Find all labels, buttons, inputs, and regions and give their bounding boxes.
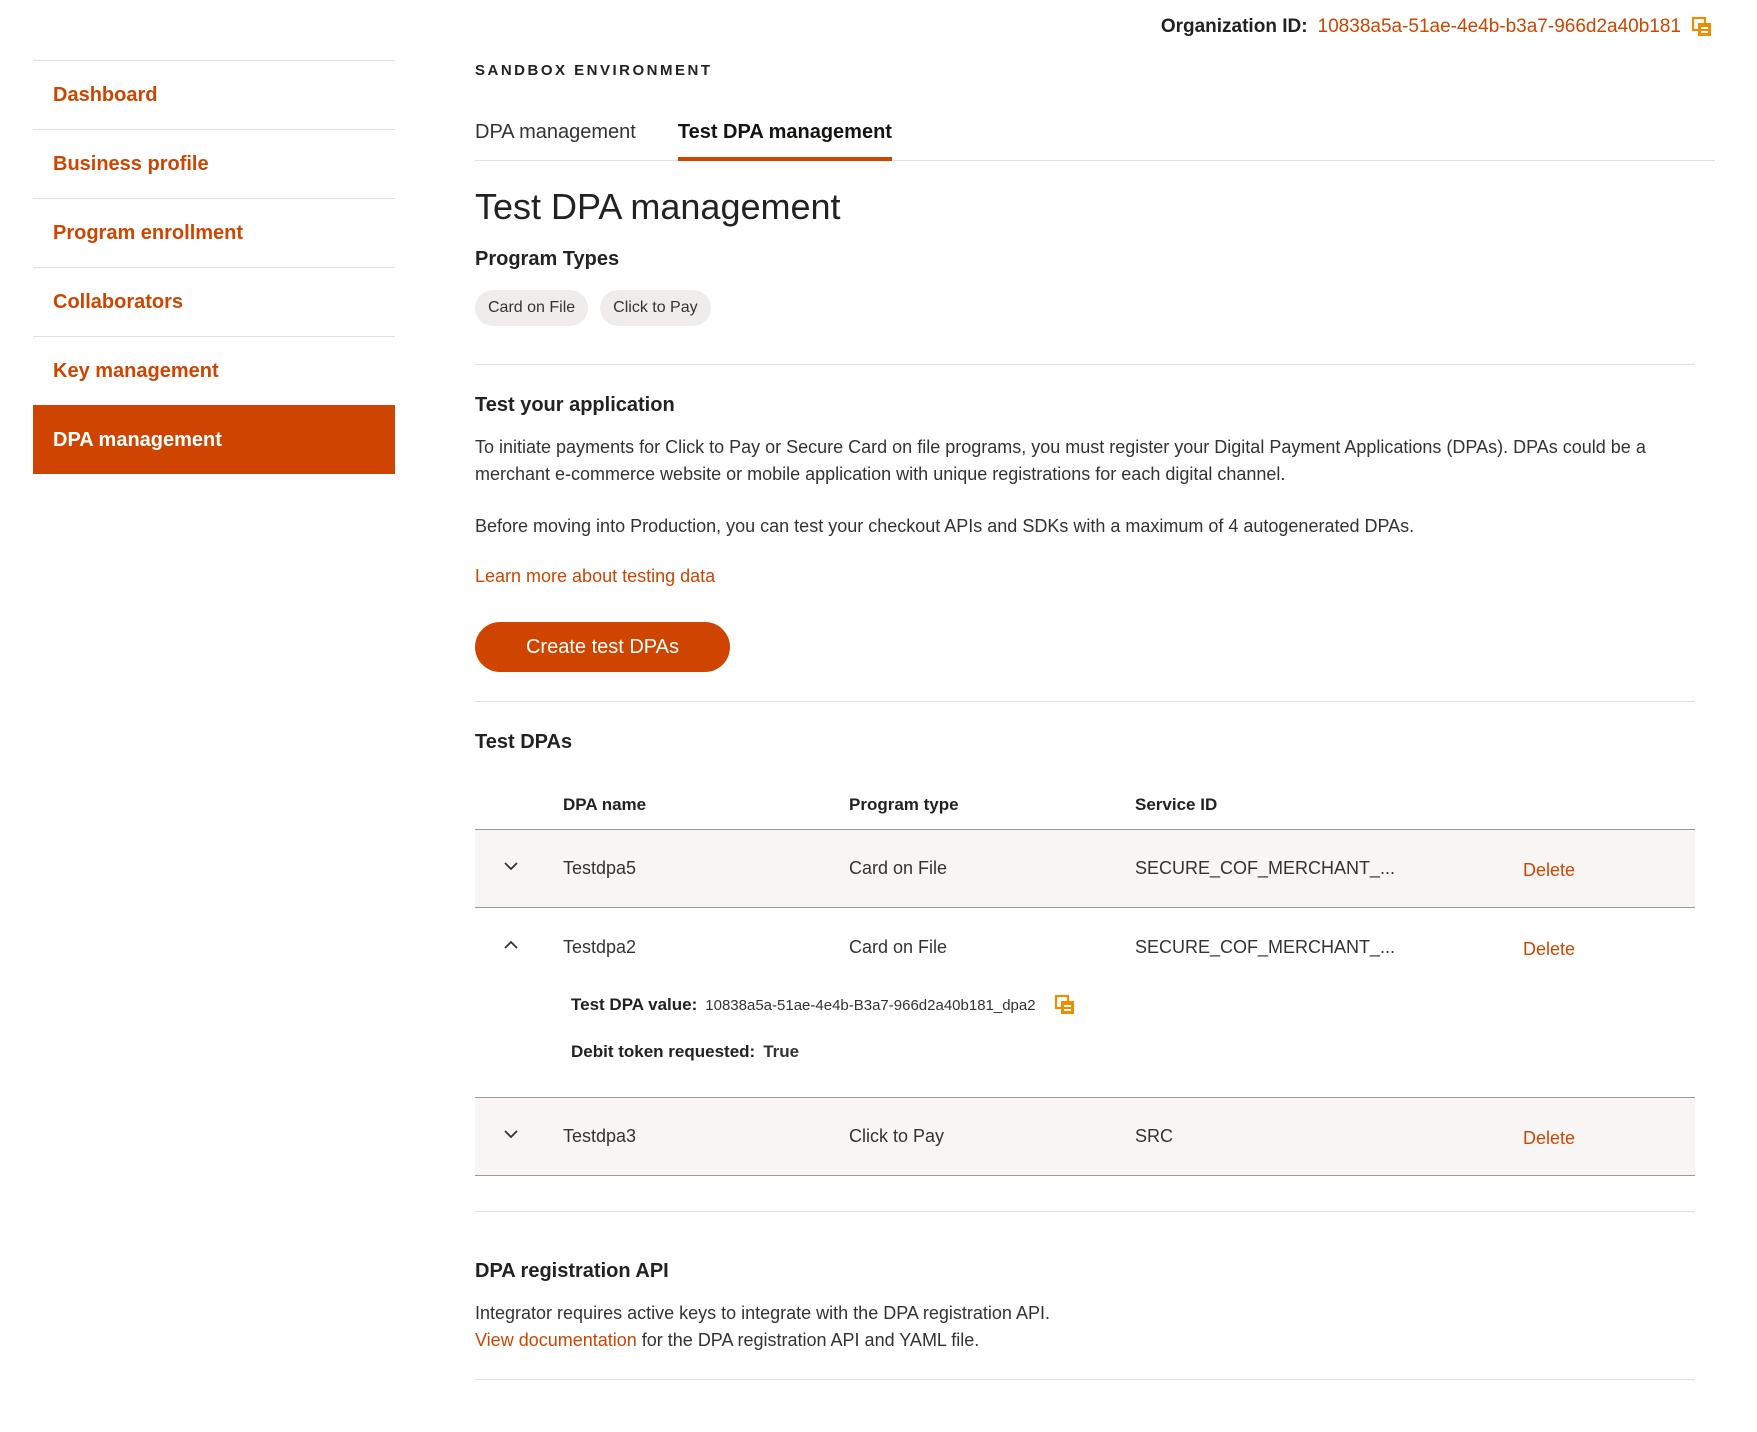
create-test-dpas-button[interactable]: Create test DPAs: [475, 622, 730, 672]
api-doc-line-rest: for the DPA registration API and YAML fi…: [636, 1330, 980, 1350]
organization-id-value: 10838a5a-51ae-4e4b-b3a7-966d2a40b181: [1317, 16, 1681, 37]
sidebar-item-program-enrollment[interactable]: Program enrollment: [33, 198, 395, 267]
dpa-registration-api-title: DPA registration API: [475, 1260, 669, 1282]
test-application-title: Test your application: [475, 394, 675, 416]
section-divider: [475, 1211, 1695, 1212]
expanded-row-detail: Test DPA value: 10838a5a-51ae-4e4b-B3a7-…: [475, 986, 1695, 1098]
program-type-cell: Card on File: [849, 936, 948, 957]
chevron-down-icon[interactable]: [502, 1125, 520, 1143]
api-doc-line: View documentation for the DPA registrat…: [475, 1327, 1050, 1354]
table-row: Testdpa5 Card on File SECURE_COF_MERCHAN…: [475, 830, 1695, 908]
dpa-name-cell: Testdpa2: [563, 936, 637, 957]
delete-link[interactable]: Delete: [1523, 1124, 1575, 1149]
program-type-chips: Card on File Click to Pay: [475, 290, 711, 326]
dpa-name-cell: Testdpa5: [563, 858, 637, 878]
dpa-name-cell: Testdpa3: [563, 1126, 637, 1146]
section-divider: [475, 701, 1695, 702]
organization-id-label: Organization ID:: [1160, 16, 1308, 37]
section-divider: [475, 364, 1695, 365]
table-header: DPA name Program type Service ID: [475, 780, 1695, 830]
table-row: Testdpa3 Click to Pay SRC Delete: [475, 1098, 1695, 1176]
table-row: Testdpa2 Card on File SECURE_COF_MERCHAN…: [475, 908, 1695, 986]
debit-token-value: True: [763, 1042, 800, 1061]
program-type-cell: Click to Pay: [849, 1126, 945, 1146]
test-dpa-value: 10838a5a-51ae-4e4b-B3a7-966d2a40b181_dpa…: [705, 996, 1036, 1014]
test-application-description: To initiate payments for Click to Pay or…: [475, 437, 1646, 484]
program-types-title: Program Types: [475, 248, 620, 270]
environment-label: SANDBOX ENVIRONMENT: [475, 62, 713, 79]
tab-bar: DPA management Test DPA management: [475, 121, 1715, 161]
sidebar-item-collaborators[interactable]: Collaborators: [33, 267, 395, 336]
tab-test-dpa-management[interactable]: Test DPA management: [677, 121, 892, 161]
learn-more-link[interactable]: Learn more about testing data: [475, 566, 715, 587]
service-id-cell: SECURE_COF_MERCHANT_...: [1135, 936, 1396, 957]
organization-id-bar: Organization ID: 10838a5a-51ae-4e4b-b3a7…: [1161, 16, 1713, 38]
service-id-cell: SECURE_COF_MERCHANT_...: [1135, 858, 1396, 878]
delete-link[interactable]: Delete: [1523, 935, 1575, 960]
tab-dpa-management[interactable]: DPA management: [475, 121, 636, 161]
test-dpas-table: DPA name Program type Service ID Testdpa…: [475, 780, 1695, 1176]
sidebar-item-dpa-management[interactable]: DPA management: [33, 405, 395, 474]
column-header-service-id: Service ID: [1135, 794, 1218, 814]
test-application-limit-note: Before moving into Production, you can t…: [475, 516, 1415, 536]
page-title: Test DPA management: [475, 186, 841, 227]
test-dpa-value-label: Test DPA value:: [571, 995, 698, 1014]
sidebar-item-business-profile[interactable]: Business profile: [33, 129, 395, 198]
chevron-down-icon[interactable]: [502, 857, 520, 875]
column-header-program-type: Program type: [849, 794, 959, 814]
chevron-up-icon[interactable]: [502, 936, 520, 954]
test-dpas-title: Test DPAs: [475, 731, 573, 753]
view-documentation-link[interactable]: View documentation: [475, 1330, 637, 1350]
api-requirement-text: Integrator requires active keys to integ…: [475, 1303, 1050, 1323]
sidebar-nav: Dashboard Business profile Program enrol…: [33, 60, 395, 474]
dpa-registration-api-text: Integrator requires active keys to integ…: [475, 1300, 1050, 1354]
program-type-cell: Card on File: [849, 858, 948, 878]
delete-link[interactable]: Delete: [1523, 856, 1575, 881]
service-id-cell: SRC: [1135, 1126, 1174, 1146]
program-type-chip: Card on File: [475, 290, 589, 326]
copy-icon[interactable]: [1054, 994, 1076, 1016]
copy-icon[interactable]: [1691, 16, 1713, 38]
column-header-dpa-name: DPA name: [563, 794, 647, 814]
section-divider: [475, 1379, 1695, 1380]
sidebar-item-key-management[interactable]: Key management: [33, 336, 395, 405]
program-type-chip: Click to Pay: [600, 290, 711, 326]
debit-token-label: Debit token requested:: [571, 1042, 756, 1061]
sidebar-item-dashboard[interactable]: Dashboard: [33, 60, 395, 129]
